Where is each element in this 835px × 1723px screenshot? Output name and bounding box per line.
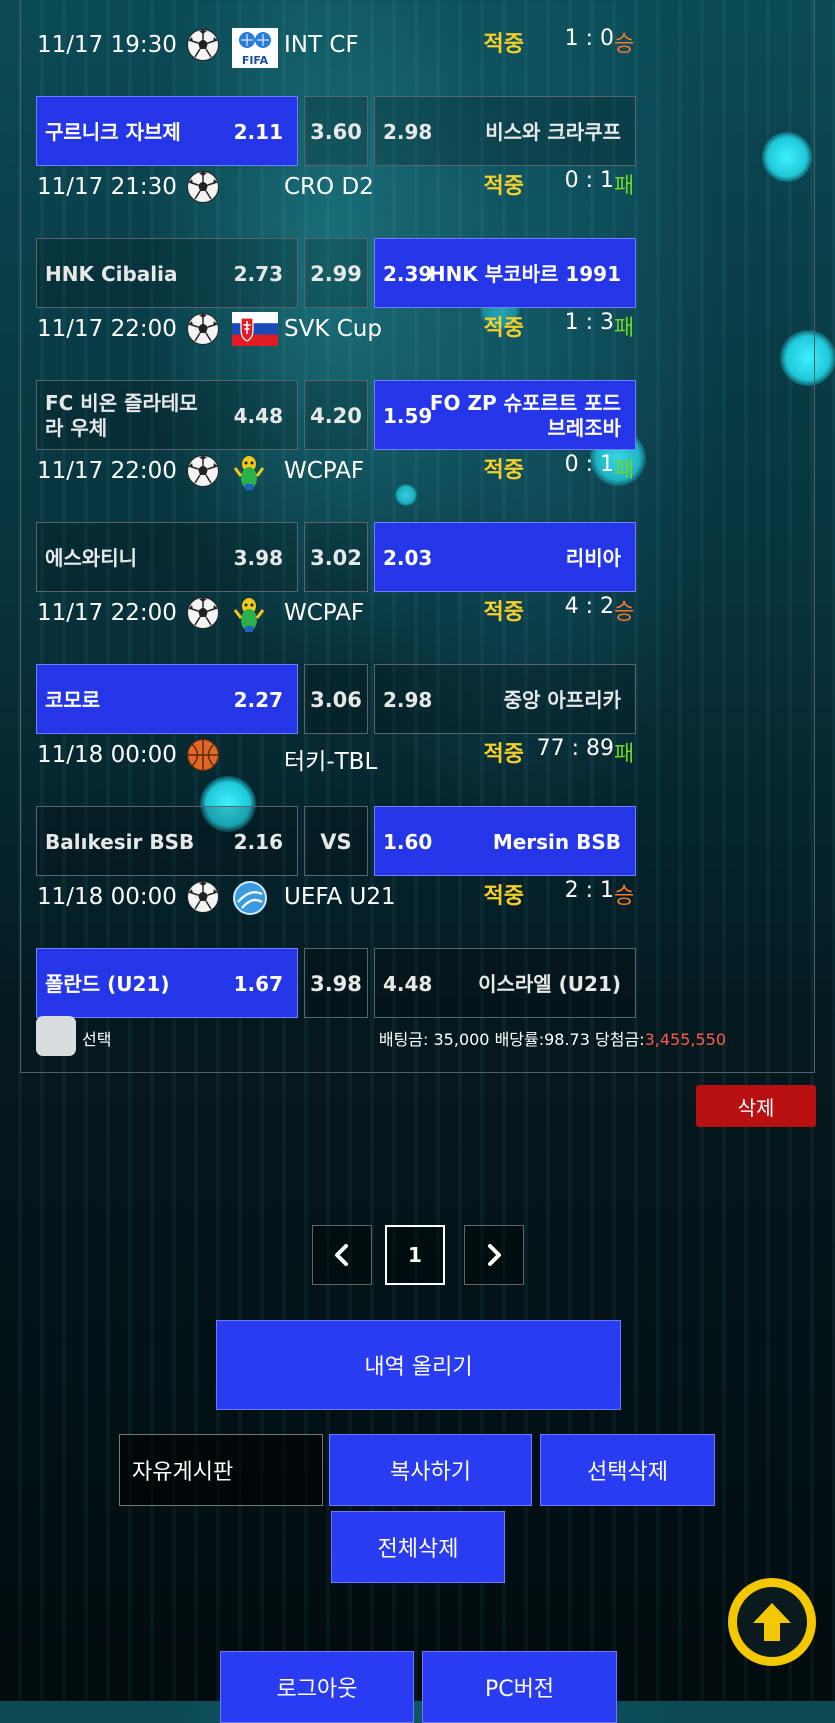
copy-button[interactable]: 복사하기 bbox=[329, 1434, 532, 1506]
odds-row: 폴란드 (U21) 1.67 3.98 4.48 이스라엘 (U21) bbox=[36, 948, 636, 1018]
select-label: 선택 bbox=[82, 1030, 112, 1049]
arrow-up-icon bbox=[753, 1603, 791, 1641]
match-time: 11/18 00:00 bbox=[37, 884, 177, 910]
home-odds-button[interactable]: 폴란드 (U21) 1.67 bbox=[36, 948, 298, 1018]
svg-text:FIFA: FIFA bbox=[242, 54, 269, 67]
league-name: WCPAF bbox=[284, 600, 365, 626]
away-odds: 4.48 bbox=[383, 972, 433, 996]
scroll-top-button[interactable] bbox=[728, 1578, 816, 1666]
hit-label: 적중 bbox=[483, 174, 524, 199]
scroll-top-inner bbox=[737, 1587, 807, 1657]
away-odds-button[interactable]: 4.48 이스라엘 (U21) bbox=[374, 948, 636, 1018]
soccer-ball-icon bbox=[186, 596, 220, 630]
soccer-ball-icon bbox=[186, 170, 220, 204]
bet-summary: 배팅금: 35,000 배당률:98.73 당첨금:3,455,550 bbox=[379, 1026, 726, 1050]
match-item: 11/17 22:00 WCPAF 적중 0 : 1 패 에스와티니 3.98 3.02 2.0… bbox=[36, 440, 636, 592]
next-page-button[interactable] bbox=[464, 1225, 524, 1285]
draw-odds: 3.98 bbox=[310, 972, 362, 996]
match-header: 11/17 22:00 WCPAF 적중 0 : 1패 bbox=[36, 440, 636, 500]
match-result: 승 bbox=[614, 600, 635, 625]
match-score: 1 : 0 bbox=[564, 26, 614, 51]
chevron-right-icon bbox=[488, 1244, 501, 1266]
match-score: 77 : 89 bbox=[536, 736, 614, 761]
match-result: 승 bbox=[614, 32, 635, 57]
match-time: 11/17 22:00 bbox=[37, 600, 177, 626]
match-time: 11/17 22:00 bbox=[37, 458, 177, 484]
world-cup-mascot-icon bbox=[232, 596, 278, 632]
match-time: 11/17 19:30 bbox=[37, 32, 177, 58]
page-number-button[interactable]: 1 bbox=[385, 1225, 445, 1285]
match-header: 11/18 00:00 터키-TBL 적중 77 : 89 패 bbox=[36, 724, 636, 784]
match-score: 4 : 2 bbox=[564, 594, 614, 619]
hit-label: 적중 bbox=[483, 458, 524, 483]
league-name: WCPAF bbox=[284, 458, 365, 484]
match-item: 11/18 00:00 터키-TBL 적중 77 : 89 패 Balıkesir BSB… bbox=[36, 724, 636, 876]
draw-odds-button[interactable]: 3.98 bbox=[304, 948, 368, 1018]
match-result: 패 bbox=[614, 742, 635, 767]
match-item: 11/17 21:30 CRO D2 적중 0 : 1 패 HNK Cibalia 2.73… bbox=[36, 156, 636, 308]
match-result: 승 bbox=[614, 884, 635, 909]
match-item: 11/17 22:00 SVK Cup 적중 1 : 3 패 FC 비온 즐라테모라 우체… bbox=[36, 298, 636, 450]
match-score: 1 : 3 bbox=[564, 310, 614, 335]
match-header: 11/17 22:00 SVK Cup 적중 1 : 3패 bbox=[36, 298, 636, 358]
win-amount: 3,455,550 bbox=[644, 1030, 726, 1049]
match-header: 11/17 21:30 CRO D2 적중 0 : 1패 bbox=[36, 156, 636, 216]
hit-label: 적중 bbox=[483, 742, 524, 767]
delete-button[interactable]: 삭제 bbox=[696, 1085, 816, 1127]
soccer-ball-icon bbox=[186, 312, 220, 346]
logout-button[interactable]: 로그아웃 bbox=[220, 1651, 414, 1723]
match-result: 패 bbox=[614, 174, 635, 199]
match-item: 11/17 22:00 WCPAF 적중 4 : 2 승 코모로 2.27 3.06 2.98 중… bbox=[36, 582, 636, 734]
match-time: 11/17 22:00 bbox=[37, 316, 177, 342]
soccer-ball-icon bbox=[186, 28, 220, 62]
select-checkbox[interactable] bbox=[36, 1016, 76, 1056]
match-score: 0 : 1 bbox=[564, 452, 614, 477]
home-odds: 1.67 bbox=[233, 972, 283, 996]
match-item: 11/17 19:30 FIFA INT CF 적중 1 : 0 승 구르니크 자브제 2.1… bbox=[36, 14, 636, 166]
uefa-logo-icon bbox=[232, 880, 278, 915]
league-name: CRO D2 bbox=[284, 174, 374, 200]
prev-page-button[interactable] bbox=[312, 1225, 372, 1285]
league-name: SVK Cup bbox=[284, 316, 382, 342]
hit-label: 적중 bbox=[483, 32, 524, 57]
league-name: UEFA U21 bbox=[284, 884, 396, 910]
match-score: 2 : 1 bbox=[564, 878, 614, 903]
away-team-name: 이스라엘 (U21) bbox=[478, 971, 621, 996]
upload-history-button[interactable]: 내역 올리기 bbox=[216, 1320, 621, 1410]
soccer-ball-icon bbox=[186, 880, 220, 914]
pc-version-button[interactable]: PC버전 bbox=[422, 1651, 617, 1723]
slovakia-flag-icon bbox=[232, 312, 278, 346]
match-result: 패 bbox=[614, 316, 635, 341]
bet-summary-row: 선택 배팅금: 35,000 배당률:98.73 당첨금:3,455,550 bbox=[36, 1016, 726, 1056]
chevron-left-icon bbox=[335, 1244, 348, 1266]
match-time: 11/18 00:00 bbox=[37, 742, 177, 768]
hit-label: 적중 bbox=[483, 884, 524, 909]
world-cup-mascot-icon bbox=[232, 454, 278, 490]
hit-label: 적중 bbox=[483, 600, 524, 625]
home-team-name: 폴란드 (U21) bbox=[45, 971, 170, 996]
match-result: 패 bbox=[614, 458, 635, 483]
match-header: 11/18 00:00 UEFA U21 적중 2 : 1승 bbox=[36, 866, 636, 926]
match-header: 11/17 19:30 FIFA INT CF 적중 1 : 0승 bbox=[36, 14, 636, 74]
fifa-logo-icon: FIFA bbox=[232, 28, 278, 68]
match-header: 11/17 22:00 WCPAF 적중 4 : 2승 bbox=[36, 582, 636, 642]
soccer-ball-icon bbox=[186, 454, 220, 488]
delete-all-button[interactable]: 전체삭제 bbox=[331, 1511, 505, 1583]
hit-label: 적중 bbox=[483, 316, 524, 341]
bet-summary-text: 배팅금: 35,000 배당률:98.73 당첨금: bbox=[378, 1030, 645, 1049]
match-score: 0 : 1 bbox=[564, 168, 614, 193]
free-board-button[interactable]: 자유게시판 bbox=[119, 1434, 323, 1506]
delete-selected-button[interactable]: 선택삭제 bbox=[540, 1434, 715, 1506]
league-name: INT CF bbox=[284, 32, 359, 58]
league-name: 터키-TBL bbox=[284, 749, 378, 775]
basketball-icon bbox=[186, 738, 220, 772]
match-item: 11/18 00:00 UEFA U21 적중 2 : 1 승폴란드 (U21) 1.67… bbox=[36, 866, 636, 1018]
match-time: 11/17 21:30 bbox=[37, 174, 177, 200]
